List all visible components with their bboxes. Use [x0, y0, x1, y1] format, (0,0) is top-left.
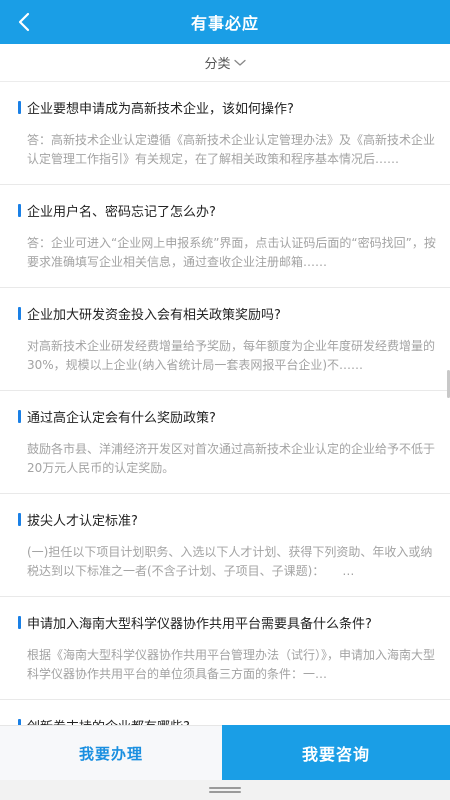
faq-item[interactable]: 申请加入海南大型科学仪器协作共用平台需要具备什么条件? 根据《海南大型科学仪器协… — [0, 597, 450, 700]
faq-item[interactable]: 企业要想申请成为高新技术企业，该如何操作? 答：高新技术企业认定遵循《高新技术企… — [0, 82, 450, 185]
home-handle-icon[interactable] — [209, 787, 241, 793]
category-filter-button[interactable]: 分类 — [204, 53, 246, 72]
question-text: 企业加大研发资金投入会有相关政策奖励吗? — [27, 308, 281, 323]
answer-preview: 答：企业可进入“企业网上申报系统”界面，点击认证码后面的“密码找回”，按要求准确… — [27, 236, 436, 269]
question-marker — [18, 101, 21, 114]
question-text: 企业用户名、密码忘记了怎么办? — [27, 205, 216, 220]
question-text: 创新券支持的企业都有哪些? — [27, 716, 190, 725]
chevron-left-icon — [18, 12, 30, 32]
faq-item[interactable]: 创新券支持的企业都有哪些? — [0, 700, 450, 725]
answer-preview: 鼓励各市县、洋浦经济开发区对首次通过高新技术企业认定的企业给予不低于20万元人民… — [27, 442, 436, 475]
question-text: 申请加入海南大型科学仪器协作共用平台需要具备什么条件? — [27, 617, 372, 632]
question-text: 拔尖人才认定标准? — [27, 514, 138, 529]
faq-list: 企业要想申请成为高新技术企业，该如何操作? 答：高新技术企业认定遵循《高新技术企… — [0, 82, 450, 725]
filter-bar: 分类 — [0, 44, 450, 82]
faq-item[interactable]: 企业加大研发资金投入会有相关政策奖励吗? 对高新技术企业研发经费增量给予奖励，每… — [0, 288, 450, 391]
faq-item[interactable]: 拔尖人才认定标准? (一)担任以下项目计划职务、入选以下人才计划、获得下列资助、… — [0, 494, 450, 597]
faq-item[interactable]: 企业用户名、密码忘记了怎么办? 答：企业可进入“企业网上申报系统”界面，点击认证… — [0, 185, 450, 288]
app-header: 有事必应 — [0, 0, 450, 44]
question-text: 通过高企认定会有什么奖励政策? — [27, 411, 216, 426]
category-filter-label: 分类 — [204, 57, 231, 72]
handle-button[interactable]: 我要办理 — [0, 725, 222, 780]
question-marker — [18, 307, 21, 320]
faq-item[interactable]: 通过高企认定会有什么奖励政策? 鼓励各市县、洋浦经济开发区对首次通过高新技术企业… — [0, 391, 450, 494]
chevron-down-icon — [233, 59, 246, 66]
answer-preview: 答：高新技术企业认定遵循《高新技术企业认定管理办法》及《高新技术企业认定管理工作… — [27, 133, 436, 166]
question-marker — [18, 513, 21, 526]
consult-button[interactable]: 我要咨询 — [222, 725, 450, 780]
system-gesture-bar — [0, 780, 450, 800]
bottom-action-bar: 我要办理 我要咨询 — [0, 725, 450, 780]
question-text: 企业要想申请成为高新技术企业，该如何操作? — [27, 102, 294, 117]
question-marker — [18, 410, 21, 423]
answer-preview: 对高新技术企业研发经费增量给予奖励，每年额度为企业年度研发经费增量的30%，规模… — [27, 339, 436, 372]
page-title: 有事必应 — [190, 14, 259, 33]
question-marker — [18, 204, 21, 217]
answer-preview: 根据《海南大型科学仪器协作共用平台管理办法（试行）》，申请加入海南大型科学仪器协… — [27, 648, 436, 681]
back-button[interactable] — [6, 0, 42, 44]
answer-preview: (一)担任以下项目计划职务、入选以下人才计划、获得下列资助、年收入或纳税达到以下… — [27, 545, 433, 578]
question-marker — [18, 616, 21, 629]
